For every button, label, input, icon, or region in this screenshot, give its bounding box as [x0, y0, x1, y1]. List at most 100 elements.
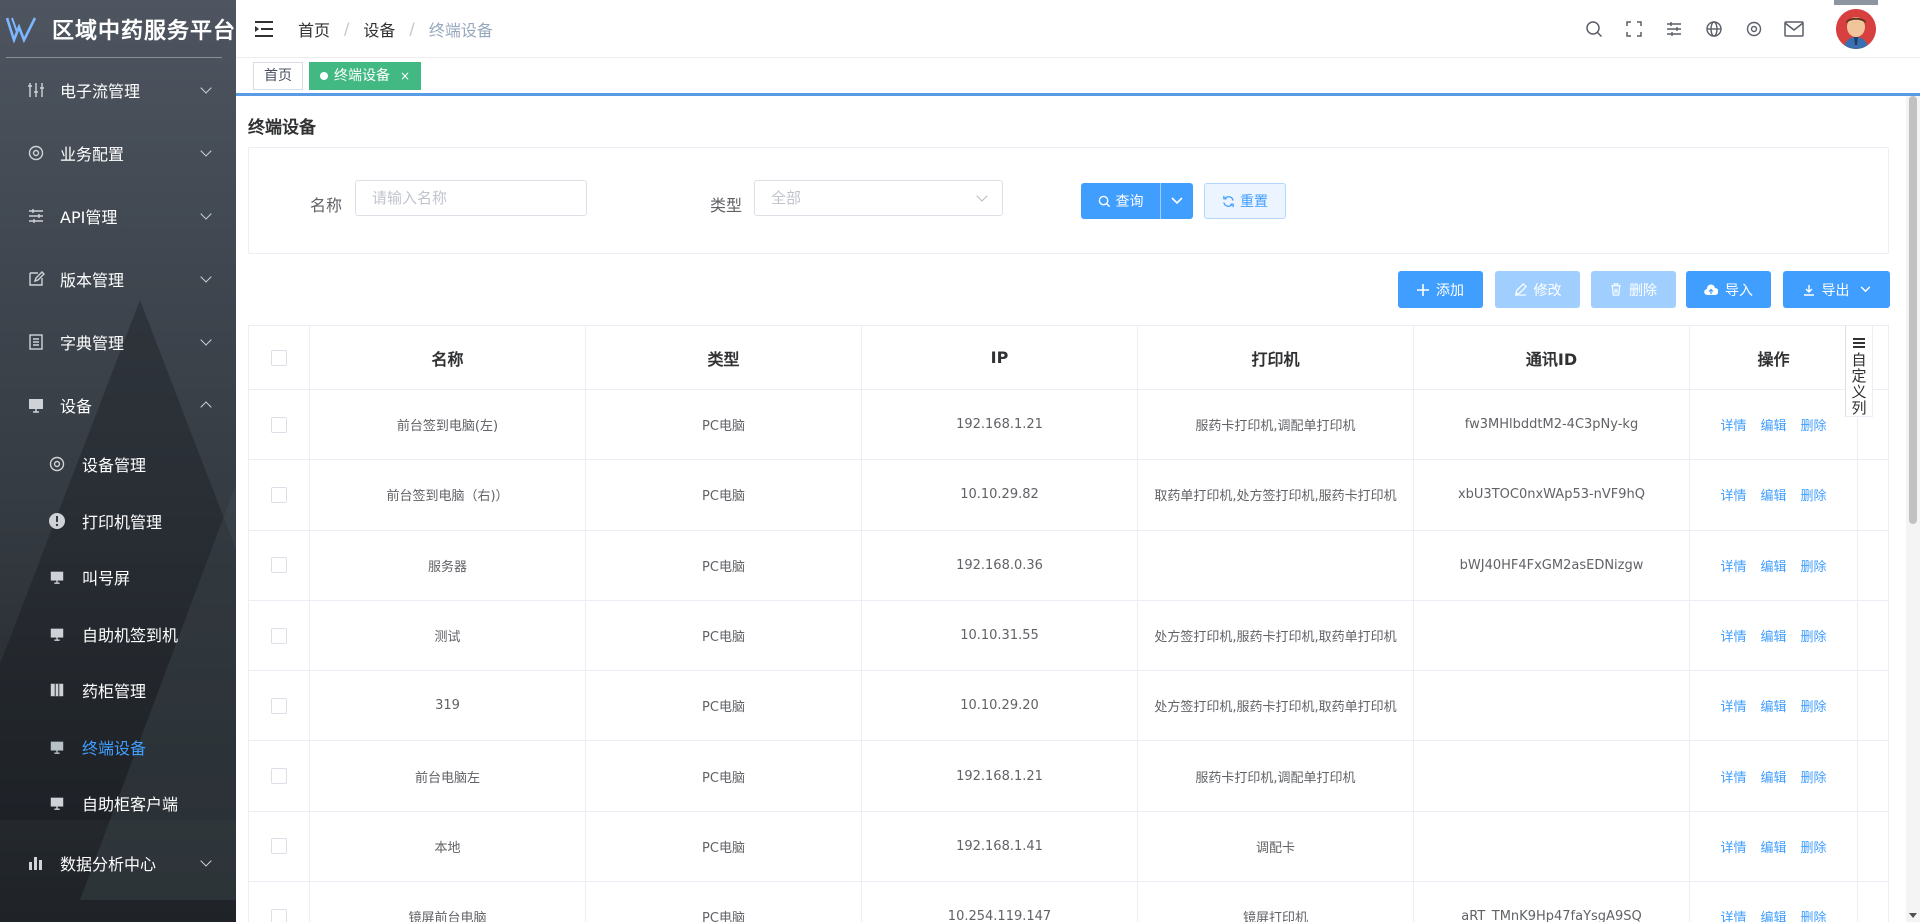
- custom-columns-button[interactable]: 自定义列: [1845, 325, 1873, 417]
- delete-link[interactable]: 删除: [1801, 485, 1827, 504]
- app-logo[interactable]: 区域中药服务平台: [0, 0, 236, 58]
- delete-button[interactable]: 删除: [1591, 271, 1676, 308]
- sidebar-item-device[interactable]: 设备: [0, 373, 236, 436]
- cell-comm-id: xbU3TOC0nxWAp53-nVF9hQ: [1414, 460, 1690, 530]
- cell-ip: 192.168.1.21: [862, 390, 1138, 460]
- cell-actions: 详情 编辑 删除: [1690, 600, 1858, 671]
- edit-link[interactable]: 编辑: [1760, 556, 1786, 575]
- row-checkbox[interactable]: [271, 908, 287, 922]
- sidebar-subitem-device-management[interactable]: 设备管理: [0, 436, 236, 493]
- sidebar-subitem-cabinet[interactable]: 药柜管理: [0, 662, 236, 719]
- edit-link[interactable]: 编辑: [1760, 767, 1786, 786]
- delete-link[interactable]: 删除: [1801, 837, 1827, 856]
- export-button[interactable]: 导出: [1783, 271, 1890, 308]
- detail-link[interactable]: 详情: [1720, 485, 1746, 504]
- row-select-cell: [249, 741, 310, 811]
- sidebar-item-analytics[interactable]: 数据分析中心: [0, 832, 236, 895]
- mail-icon[interactable]: [1774, 9, 1814, 49]
- edit-link[interactable]: 编辑: [1760, 485, 1786, 504]
- breadcrumb: 首页 / 设备 / 终端设备: [298, 17, 493, 41]
- edit-link[interactable]: 编辑: [1760, 907, 1786, 922]
- plus-icon: [1417, 283, 1429, 296]
- detail-link[interactable]: 详情: [1720, 907, 1746, 922]
- row-checkbox[interactable]: [271, 416, 287, 433]
- tag-home[interactable]: 首页: [253, 61, 303, 90]
- detail-link[interactable]: 详情: [1720, 767, 1746, 786]
- detail-link[interactable]: 详情: [1720, 556, 1746, 575]
- delete-link[interactable]: 删除: [1801, 415, 1827, 434]
- alert-circle-icon: [48, 512, 66, 530]
- name-search-input[interactable]: 请输入名称: [355, 180, 587, 216]
- cell-type: PC电脑: [586, 882, 862, 922]
- trash-icon: [1610, 283, 1622, 296]
- add-button[interactable]: 添加: [1398, 271, 1483, 308]
- row-checkbox[interactable]: [271, 627, 287, 644]
- cell-name: 镜屏前台电脑: [310, 882, 586, 922]
- table-row: 服务器 PC电脑 192.168.0.36 bWJ40HF4FxGM2asEDN…: [249, 530, 1888, 601]
- edit-link[interactable]: 编辑: [1760, 415, 1786, 434]
- breadcrumb-item-device[interactable]: 设备: [363, 17, 395, 41]
- row-checkbox[interactable]: [271, 697, 287, 714]
- menu-toggle-icon[interactable]: [254, 20, 274, 38]
- delete-link[interactable]: 删除: [1801, 626, 1827, 645]
- sidebar-subitem-kiosk[interactable]: 自助机签到机: [0, 606, 236, 663]
- row-checkbox[interactable]: [271, 838, 287, 855]
- cell-printer: 服药卡打印机,调配单打印机: [1138, 390, 1414, 460]
- detail-link[interactable]: 详情: [1720, 415, 1746, 434]
- detail-link[interactable]: 详情: [1720, 696, 1746, 715]
- header-cell-actions: 操作: [1690, 326, 1858, 389]
- tag-active[interactable]: 终端设备 ×: [309, 61, 422, 90]
- sidebar-item-label: 叫号屏: [82, 569, 131, 589]
- delete-link[interactable]: 删除: [1801, 696, 1827, 715]
- query-dropdown-button[interactable]: [1161, 183, 1193, 219]
- fullscreen-icon[interactable]: [1614, 9, 1654, 49]
- detail-link[interactable]: 详情: [1720, 837, 1746, 856]
- edit-link[interactable]: 编辑: [1760, 696, 1786, 715]
- scroll-down-arrow-icon[interactable]: [1909, 913, 1917, 918]
- gear-icon[interactable]: [1734, 9, 1774, 49]
- row-select-cell: [249, 530, 310, 600]
- sidebar-item-business[interactable]: 业务配置: [0, 121, 236, 184]
- sliders-icon[interactable]: [1654, 9, 1694, 49]
- close-icon[interactable]: ×: [400, 63, 410, 89]
- row-checkbox[interactable]: [271, 557, 287, 574]
- reset-button[interactable]: 重置: [1204, 183, 1286, 219]
- delete-link[interactable]: 删除: [1801, 767, 1827, 786]
- sidebar-item-label: 字典管理: [60, 333, 125, 353]
- sidebar-subitem-cabinet-client[interactable]: 自助柜客户端: [0, 775, 236, 832]
- sidebar-item-dict[interactable]: 字典管理: [0, 310, 236, 373]
- detail-link[interactable]: 详情: [1720, 626, 1746, 645]
- sidebar-item-version[interactable]: 版本管理: [0, 247, 236, 310]
- type-select[interactable]: 全部: [754, 180, 1003, 216]
- sidebar-item-api[interactable]: API管理: [0, 184, 236, 247]
- search-icon[interactable]: [1574, 9, 1614, 49]
- edit-link[interactable]: 编辑: [1760, 837, 1786, 856]
- import-button[interactable]: 导入: [1686, 271, 1771, 308]
- row-select-cell: [249, 600, 310, 671]
- cell-comm-id: aRT_TMnK9Hp47faYsgA9SQ: [1414, 882, 1690, 922]
- sidebar-subitem-call-screen[interactable]: 叫号屏: [0, 549, 236, 606]
- globe-icon[interactable]: [1694, 9, 1734, 49]
- sidebar-item-flow[interactable]: 电子流管理: [0, 58, 236, 121]
- row-checkbox[interactable]: [271, 768, 287, 785]
- scrollbar-thumb[interactable]: [1909, 96, 1917, 524]
- chevron-down-icon: [976, 190, 988, 202]
- sidebar-subitem-printer[interactable]: 打印机管理: [0, 493, 236, 550]
- cell-actions: 详情 编辑 删除: [1690, 530, 1858, 600]
- user-avatar[interactable]: [1834, 0, 1878, 49]
- edit-link[interactable]: 编辑: [1760, 626, 1786, 645]
- row-checkbox[interactable]: [271, 486, 287, 503]
- cell-type: PC电脑: [586, 741, 862, 811]
- delete-link[interactable]: 删除: [1801, 556, 1827, 575]
- page-scrollbar[interactable]: [1906, 96, 1920, 922]
- monitor-icon: [26, 395, 46, 415]
- delete-link[interactable]: 删除: [1801, 907, 1827, 922]
- edit-button[interactable]: 修改: [1495, 271, 1580, 308]
- cell-name: 319: [310, 671, 586, 741]
- app-title: 区域中药服务平台: [52, 19, 236, 44]
- sidebar-subitem-terminal[interactable]: 终端设备: [0, 719, 236, 776]
- select-all-checkbox[interactable]: [271, 349, 287, 366]
- table-row: 前台签到电脑(左) PC电脑 192.168.1.21 服药卡打印机,调配单打印…: [249, 390, 1888, 461]
- breadcrumb-item-home[interactable]: 首页: [298, 17, 330, 41]
- query-button[interactable]: 查询: [1081, 183, 1161, 219]
